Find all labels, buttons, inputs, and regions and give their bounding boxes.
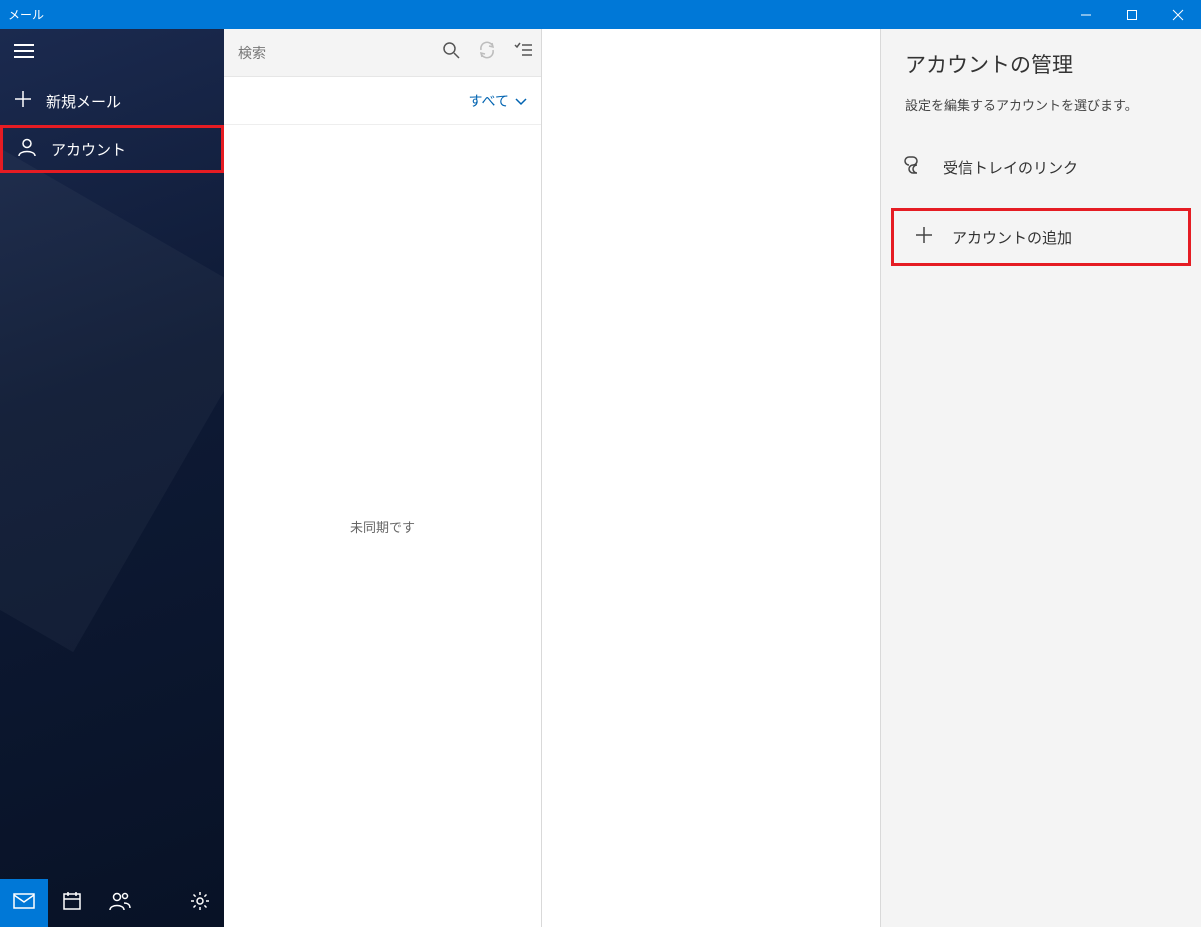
gear-icon (189, 890, 211, 917)
person-icon (17, 137, 37, 161)
close-button[interactable] (1155, 0, 1201, 29)
search-bar (224, 29, 541, 77)
mail-app-button[interactable] (0, 879, 48, 927)
settings-panel: アカウントの管理 設定を編集するアカウントを選びます。 受信トレイのリンク アカ… (881, 29, 1201, 927)
empty-state: 未同期です (224, 125, 541, 927)
settings-button[interactable] (176, 879, 224, 927)
calendar-app-button[interactable] (48, 879, 96, 927)
new-mail-label: 新規メール (46, 91, 121, 112)
maximize-icon (1126, 9, 1138, 21)
filter-label: すべて (469, 91, 509, 111)
window-controls (1063, 0, 1201, 29)
minimize-icon (1080, 9, 1092, 21)
link-inboxes-button[interactable]: 受信トレイのリンク (881, 138, 1201, 196)
sync-icon (478, 41, 496, 64)
search-button[interactable] (433, 29, 469, 77)
sync-button[interactable] (469, 29, 505, 77)
add-account-label: アカウントの追加 (952, 227, 1072, 248)
sidebar: 新規メール アカウント (0, 29, 224, 927)
select-icon (514, 42, 532, 63)
plus-icon (914, 225, 934, 249)
people-icon (109, 891, 131, 916)
titlebar: メール (0, 0, 1201, 29)
sidebar-item-accounts[interactable]: アカウント (0, 125, 224, 173)
reading-pane (542, 29, 881, 927)
hamburger-button[interactable] (0, 29, 224, 77)
settings-title: アカウントの管理 (881, 29, 1201, 89)
filter-dropdown[interactable]: すべて (224, 77, 541, 125)
mail-icon (13, 893, 35, 914)
search-icon (442, 41, 460, 64)
maximize-button[interactable] (1109, 0, 1155, 29)
link-inboxes-label: 受信トレイのリンク (943, 157, 1078, 178)
calendar-icon (62, 891, 82, 916)
chevron-down-icon (515, 93, 527, 109)
app-body: 新規メール アカウント (0, 29, 1201, 927)
add-account-button[interactable]: アカウントの追加 (891, 208, 1191, 266)
search-input[interactable] (224, 45, 433, 61)
new-mail-button[interactable]: 新規メール (0, 77, 224, 125)
select-mode-button[interactable] (505, 29, 541, 77)
link-icon (901, 156, 925, 178)
hamburger-icon (14, 43, 34, 63)
minimize-button[interactable] (1063, 0, 1109, 29)
accounts-label: アカウント (51, 139, 126, 160)
settings-subtitle: 設定を編集するアカウントを選びます。 (881, 89, 1201, 138)
empty-state-text: 未同期です (350, 517, 415, 536)
plus-icon (14, 90, 32, 112)
app-title: メール (0, 6, 44, 23)
people-app-button[interactable] (96, 879, 144, 927)
sidebar-bottom-bar (0, 879, 224, 927)
message-list-column: すべて 未同期です (224, 29, 542, 927)
close-icon (1172, 9, 1184, 21)
